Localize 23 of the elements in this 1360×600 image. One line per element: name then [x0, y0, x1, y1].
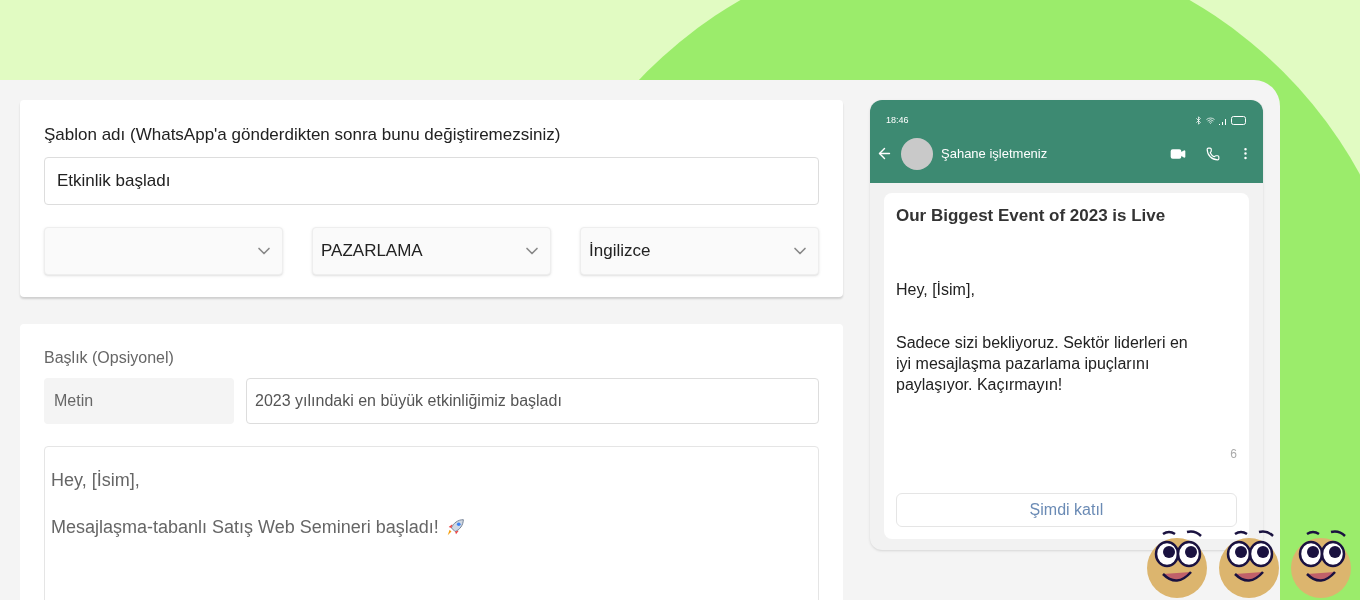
message-paragraph: Sadece sizi bekliyoruz. Sektör liderleri en iyi mesajlaşma pazarlama ipuçlarını paylaşıyor. Kaçırmayın!: [896, 332, 1189, 395]
battery-icon: [1231, 116, 1247, 126]
header-type-dropdown[interactable]: Metin: [44, 377, 234, 424]
message-paragraph: Hey, [İsim],: [896, 279, 976, 300]
message-line: Hey, [İsim],: [51, 468, 140, 492]
template-name-field[interactable]: Etkinlik başladı: [44, 156, 819, 205]
header-text-field[interactable]: 2023 yılındaki en büyük etkinliğimiz başladı: [246, 377, 819, 424]
dropdown[interactable]: PAZARLAMA: [312, 226, 551, 275]
message-field[interactable]: Hey, [İsim], Mesajlaşma-tabanlı Satış Web Semineri başladı!: [44, 445, 819, 600]
wifi-icon: [1206, 116, 1215, 126]
contact-name: Şahane işletmeniz: [941, 144, 1049, 163]
message-line: Mesajlaşma-tabanlı Satış Web Semineri başladı!: [51, 515, 439, 539]
field-label: Şablon adı (WhatsApp'a gönderdikten sonra bunu değiştiremezsiniz): [44, 124, 562, 146]
dropdown[interactable]: İngilizce: [580, 226, 819, 275]
message-title: Our Biggest Event of 2023 is Live: [896, 205, 1167, 227]
signal-icon: [1218, 116, 1228, 125]
join-button[interactable]: Şimdi katıl: [896, 492, 1237, 527]
status-time: 18:46: [886, 114, 909, 127]
character-count: 6: [1230, 445, 1237, 463]
bluetooth-icon: [1194, 116, 1203, 126]
phone-icon[interactable]: [1206, 146, 1220, 161]
field-label: Başlık (Opsiyonel): [44, 347, 175, 368]
back-arrow-icon[interactable]: [876, 145, 893, 162]
